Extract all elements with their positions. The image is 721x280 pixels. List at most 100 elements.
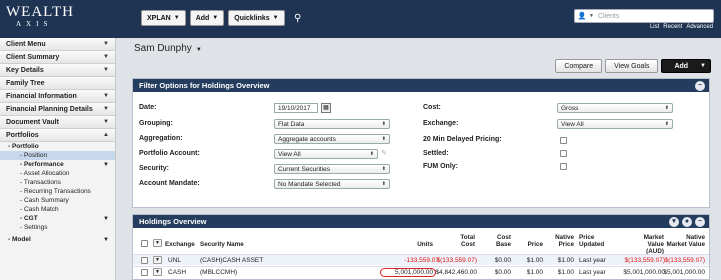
sidebar-label: - CGT (20, 215, 38, 222)
list-link[interactable]: List (650, 24, 659, 30)
sidebar-item-performance[interactable]: - Performance ▼ (0, 160, 115, 169)
cell-total-cost: $4,842,460.00 (435, 269, 477, 276)
fum-only-label: FUM Only: (423, 163, 458, 170)
security-select[interactable]: Current Securities ⬍ (274, 164, 390, 174)
cell-native-price: $1.00 (557, 257, 574, 264)
sidebar-portfolios[interactable]: Portfolios ▲ (0, 129, 115, 142)
cell-price-updated: Last year (579, 257, 606, 264)
chevron-down-icon: ▼ (103, 54, 109, 60)
add-button[interactable]: Add ▼ (661, 59, 711, 73)
quicklinks-menu-button[interactable]: Quicklinks ▼ (228, 10, 285, 26)
header-line: Market (643, 234, 664, 241)
sidebar-financial-planning-details[interactable]: Financial Planning Details ▼ (0, 103, 115, 116)
date-label: Date: (139, 104, 157, 111)
settled-checkbox[interactable] (560, 150, 567, 157)
recent-link[interactable]: Recent (663, 24, 682, 30)
header-line: Total (460, 234, 475, 241)
sidebar-item-cash-summary[interactable]: - Cash Summary (0, 196, 115, 205)
client-selector[interactable]: Sam Dunphy ▼ (134, 43, 202, 54)
column-menu-icon[interactable]: ▼ (153, 239, 162, 247)
user-icon[interactable]: 👤 (575, 10, 589, 22)
cell-cost-base: $0.00 (494, 257, 511, 264)
pencil-icon[interactable]: ✎ (381, 149, 387, 157)
header-line: Market Value (666, 241, 705, 248)
sidebar-label: - Cash Match (20, 206, 59, 213)
sidebar-label: Document Vault (6, 118, 59, 126)
advanced-link[interactable]: Advanced (686, 24, 713, 30)
sidebar-item-transactions[interactable]: - Transactions (0, 178, 115, 187)
delayed-pricing-checkbox[interactable] (560, 137, 567, 144)
row-menu-icon[interactable]: ▼ (153, 256, 162, 264)
col-price-updated[interactable]: Price Updated (579, 234, 604, 248)
calendar-icon[interactable]: ▦ (321, 103, 331, 113)
col-native-market-value[interactable]: Native Market Value (665, 234, 705, 248)
sidebar-document-vault[interactable]: Document Vault ▼ (0, 116, 115, 129)
header-line: Native (555, 234, 574, 241)
chevron-down-icon[interactable]: ▾ (669, 216, 679, 227)
col-cost-base[interactable]: Cost Base (483, 234, 511, 248)
sidebar-label: Portfolios (6, 131, 39, 139)
col-exchange[interactable]: Exchange (165, 241, 195, 248)
sidebar-item-settings[interactable]: - Settings (0, 223, 115, 232)
refresh-icon[interactable]: ● (682, 216, 692, 227)
exchange-select[interactable]: View All ⬍ (557, 119, 673, 129)
row-checkbox[interactable] (141, 257, 148, 264)
table-row[interactable]: ▼ CASH (MBLCCMH) 5,001,000.00 $4,842,460… (133, 266, 709, 277)
collapse-icon[interactable]: − (695, 216, 705, 227)
sidebar-item-model[interactable]: - Model ▼ (0, 235, 115, 244)
sidebar-label: - Portfolio (8, 143, 39, 150)
client-search[interactable]: 👤 ▼ Clients (574, 9, 714, 23)
updown-icon: ⬍ (664, 105, 669, 111)
search-input[interactable]: Clients (598, 13, 619, 20)
grouping-select[interactable]: Flat Data ⬍ (274, 119, 390, 129)
col-units[interactable]: Units (403, 241, 433, 248)
sidebar-label: Client Menu (6, 40, 46, 48)
col-price[interactable]: Price (523, 241, 543, 248)
sidebar-item-recurring-transactions[interactable]: - Recurring Transactions (0, 187, 115, 196)
sidebar-item-cash-match[interactable]: - Cash Match (0, 205, 115, 214)
search-icon[interactable]: ⚲ (289, 10, 307, 26)
col-total-cost[interactable]: Total Cost (443, 234, 475, 248)
col-native-price[interactable]: Native Price (548, 234, 574, 248)
header-line: Base (495, 241, 511, 248)
chevron-down-icon: ▼ (103, 119, 109, 125)
sidebar-financial-information[interactable]: Financial Information ▼ (0, 90, 115, 103)
chevron-down-icon[interactable]: ▼ (589, 13, 594, 19)
aggregation-select[interactable]: Aggregate accounts ⬍ (274, 134, 390, 144)
sidebar-family-tree[interactable]: Family Tree (0, 77, 115, 90)
sidebar-item-asset-allocation[interactable]: - Asset Allocation (0, 169, 115, 178)
col-security-name[interactable]: Security Name (200, 241, 244, 248)
compare-button[interactable]: Compare (555, 59, 603, 73)
cost-select[interactable]: Gross ⬍ (557, 103, 673, 113)
sidebar-item-portfolio[interactable]: - Portfolio (0, 142, 115, 151)
portfolio-account-select[interactable]: View All ⬍ (274, 149, 378, 159)
sidebar-item-position[interactable]: - Position (0, 151, 115, 160)
sidebar-client-summary[interactable]: Client Summary ▼ (0, 51, 115, 64)
chevron-down-icon: ▼ (103, 41, 109, 47)
sidebar-item-cgt[interactable]: - CGT ▼ (0, 214, 115, 223)
row-checkbox[interactable] (141, 269, 148, 276)
cell-security-name[interactable]: (MBLCCMH) (200, 269, 237, 276)
header-line: Price (558, 241, 574, 248)
add-menu-button[interactable]: Add ▼ (189, 10, 225, 26)
date-input[interactable]: 19/10/2017 (274, 103, 318, 113)
sidebar-client-menu[interactable]: Client Menu ▼ (0, 38, 115, 51)
chevron-down-icon: ▼ (272, 15, 279, 21)
select-all-checkbox[interactable] (141, 240, 148, 247)
search-links: List Recent Advanced (650, 24, 713, 30)
filter-panel-header: Filter Options for Holdings Overview − (133, 79, 709, 92)
account-mandate-select[interactable]: No Mandate Selected ⬍ (274, 179, 390, 189)
cost-label: Cost: (423, 104, 441, 111)
table-row[interactable]: ▼ UNL (CASH)CASH ASSET -133,559.07 $(133… (133, 254, 709, 265)
view-goals-button[interactable]: View Goals (605, 59, 659, 73)
header-line: Cost (461, 241, 475, 248)
sidebar-key-details[interactable]: Key Details ▼ (0, 64, 115, 77)
brand-logo[interactable]: WEALTH AXIS (6, 4, 74, 29)
cell-security-name[interactable]: (CASH)CASH ASSET (200, 257, 263, 264)
client-name: Sam Dunphy (134, 43, 192, 54)
xplan-menu-button[interactable]: XPLAN ▼ (141, 10, 186, 26)
fum-only-checkbox[interactable] (560, 163, 567, 170)
row-menu-icon[interactable]: ▼ (153, 268, 162, 276)
collapse-icon[interactable]: − (695, 80, 705, 91)
col-market-value-aud[interactable]: Market Value (AUD) (628, 234, 664, 255)
